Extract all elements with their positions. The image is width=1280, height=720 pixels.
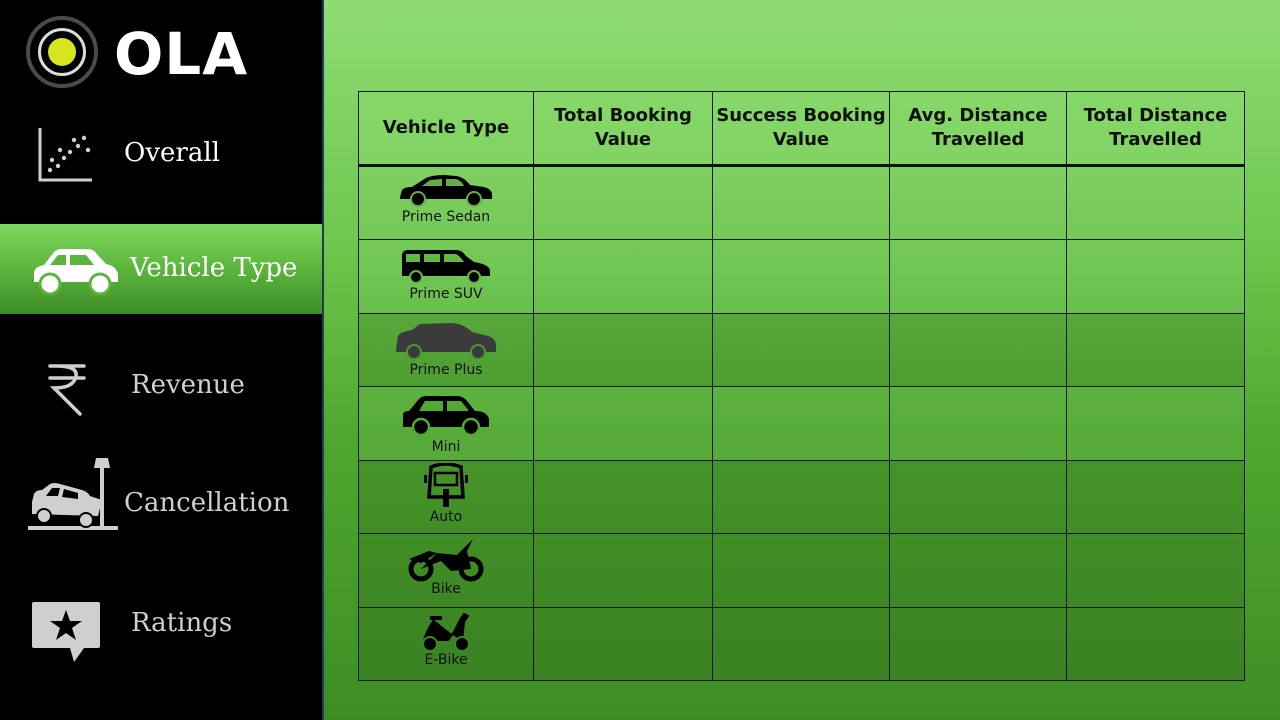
nav-item-cancellation[interactable]: Cancellation	[0, 452, 322, 542]
scatter-chart-icon	[38, 128, 92, 182]
table-cell	[533, 533, 713, 608]
table-cell	[533, 606, 713, 682]
table-cell	[1066, 606, 1245, 682]
nav-label-overall: Overall	[124, 138, 220, 168]
table-cell	[533, 459, 713, 535]
vehicle-type-table: Vehicle Type Total Booking Value Success…	[358, 91, 1245, 682]
table-row: Prime Sedan	[358, 164, 1245, 241]
vehicle-cell: Mini	[358, 386, 534, 461]
scooter-icon	[422, 612, 470, 652]
prime-plus-car-icon	[396, 322, 496, 360]
vehicle-cell: E-Bike	[358, 606, 534, 682]
nav-item-revenue[interactable]: Revenue	[0, 340, 322, 430]
vehicle-cell: Prime Plus	[358, 312, 534, 388]
ola-logo[interactable]: OLA	[24, 14, 264, 94]
table-cell	[712, 606, 890, 682]
nav-label-revenue: Revenue	[131, 370, 245, 400]
table-cell	[1066, 533, 1245, 608]
vehicle-label: Auto	[429, 508, 463, 525]
vehicle-label: Prime Plus	[409, 361, 483, 378]
table-cell	[889, 606, 1067, 682]
auto-rickshaw-icon	[424, 462, 468, 507]
nav-item-overall[interactable]: Overall	[0, 110, 322, 200]
sedan-icon	[400, 175, 492, 207]
column-header-success-booking-value[interactable]: Success Booking Value	[712, 91, 890, 167]
table-cell	[1066, 164, 1245, 241]
vehicle-cell: Prime Sedan	[358, 164, 534, 241]
table-cell	[533, 386, 713, 461]
table-cell	[1066, 312, 1245, 388]
table-cell	[889, 533, 1067, 608]
suv-icon	[402, 250, 490, 285]
nav-item-ratings[interactable]: Ratings	[0, 576, 322, 666]
table-cell	[712, 459, 890, 535]
column-header-vehicle-type[interactable]: Vehicle Type	[358, 91, 534, 167]
table-cell	[1066, 239, 1245, 314]
table-cell	[533, 164, 713, 241]
table-cell	[889, 239, 1067, 314]
table-row: Prime SUV	[358, 239, 1245, 314]
vehicle-label: E-Bike	[424, 651, 468, 668]
table-cell	[712, 239, 890, 314]
column-header-total-booking-value[interactable]: Total Booking Value	[533, 91, 713, 167]
table-cell	[1066, 386, 1245, 461]
vehicle-cell: Bike	[358, 533, 534, 608]
table-row: E-Bike	[358, 606, 1245, 682]
table-header-row: Vehicle Type Total Booking Value Success…	[358, 91, 1245, 167]
table-row: Bike	[358, 533, 1245, 608]
vehicle-cell: Auto	[358, 459, 534, 535]
nav-item-vehicle-type[interactable]: Vehicle Type	[0, 224, 322, 314]
car-crash-icon	[28, 458, 118, 530]
table-row: Mini	[358, 386, 1245, 461]
table-cell	[533, 239, 713, 314]
car-icon	[34, 249, 118, 296]
table-cell	[712, 386, 890, 461]
table-cell	[712, 164, 890, 241]
rupee-icon	[48, 364, 86, 416]
table-row: Prime Plus	[358, 312, 1245, 388]
nav-label-cancellation: Cancellation	[124, 488, 290, 518]
table-cell	[889, 164, 1067, 241]
vehicle-label: Prime Sedan	[401, 209, 491, 225]
table-row: Auto	[358, 459, 1245, 535]
sidebar: OLA Overall Vehicle Type Revenue Cancell…	[0, 0, 324, 720]
ola-logo-icon	[26, 16, 98, 88]
vehicle-cell: Prime SUV	[358, 239, 534, 314]
star-review-icon	[32, 602, 100, 662]
nav-label-ratings: Ratings	[131, 608, 233, 638]
vehicle-label: Mini	[431, 439, 461, 456]
vehicle-label: Bike	[431, 581, 461, 598]
table-cell	[533, 312, 713, 388]
nav-label-vehicle-type: Vehicle Type	[130, 253, 298, 283]
column-header-total-distance[interactable]: Total Distance Travelled	[1066, 91, 1245, 167]
table-cell	[1066, 459, 1245, 535]
brand-name: OLA	[114, 20, 249, 88]
table-cell	[889, 312, 1067, 388]
mini-car-icon	[403, 396, 489, 437]
column-header-avg-distance[interactable]: Avg. Distance Travelled	[889, 91, 1067, 167]
table-cell	[889, 386, 1067, 461]
table-cell	[889, 459, 1067, 535]
table-cell	[712, 312, 890, 388]
vehicle-label: Prime SUV	[409, 286, 483, 303]
table-cell	[712, 533, 890, 608]
motorbike-icon	[408, 539, 484, 582]
